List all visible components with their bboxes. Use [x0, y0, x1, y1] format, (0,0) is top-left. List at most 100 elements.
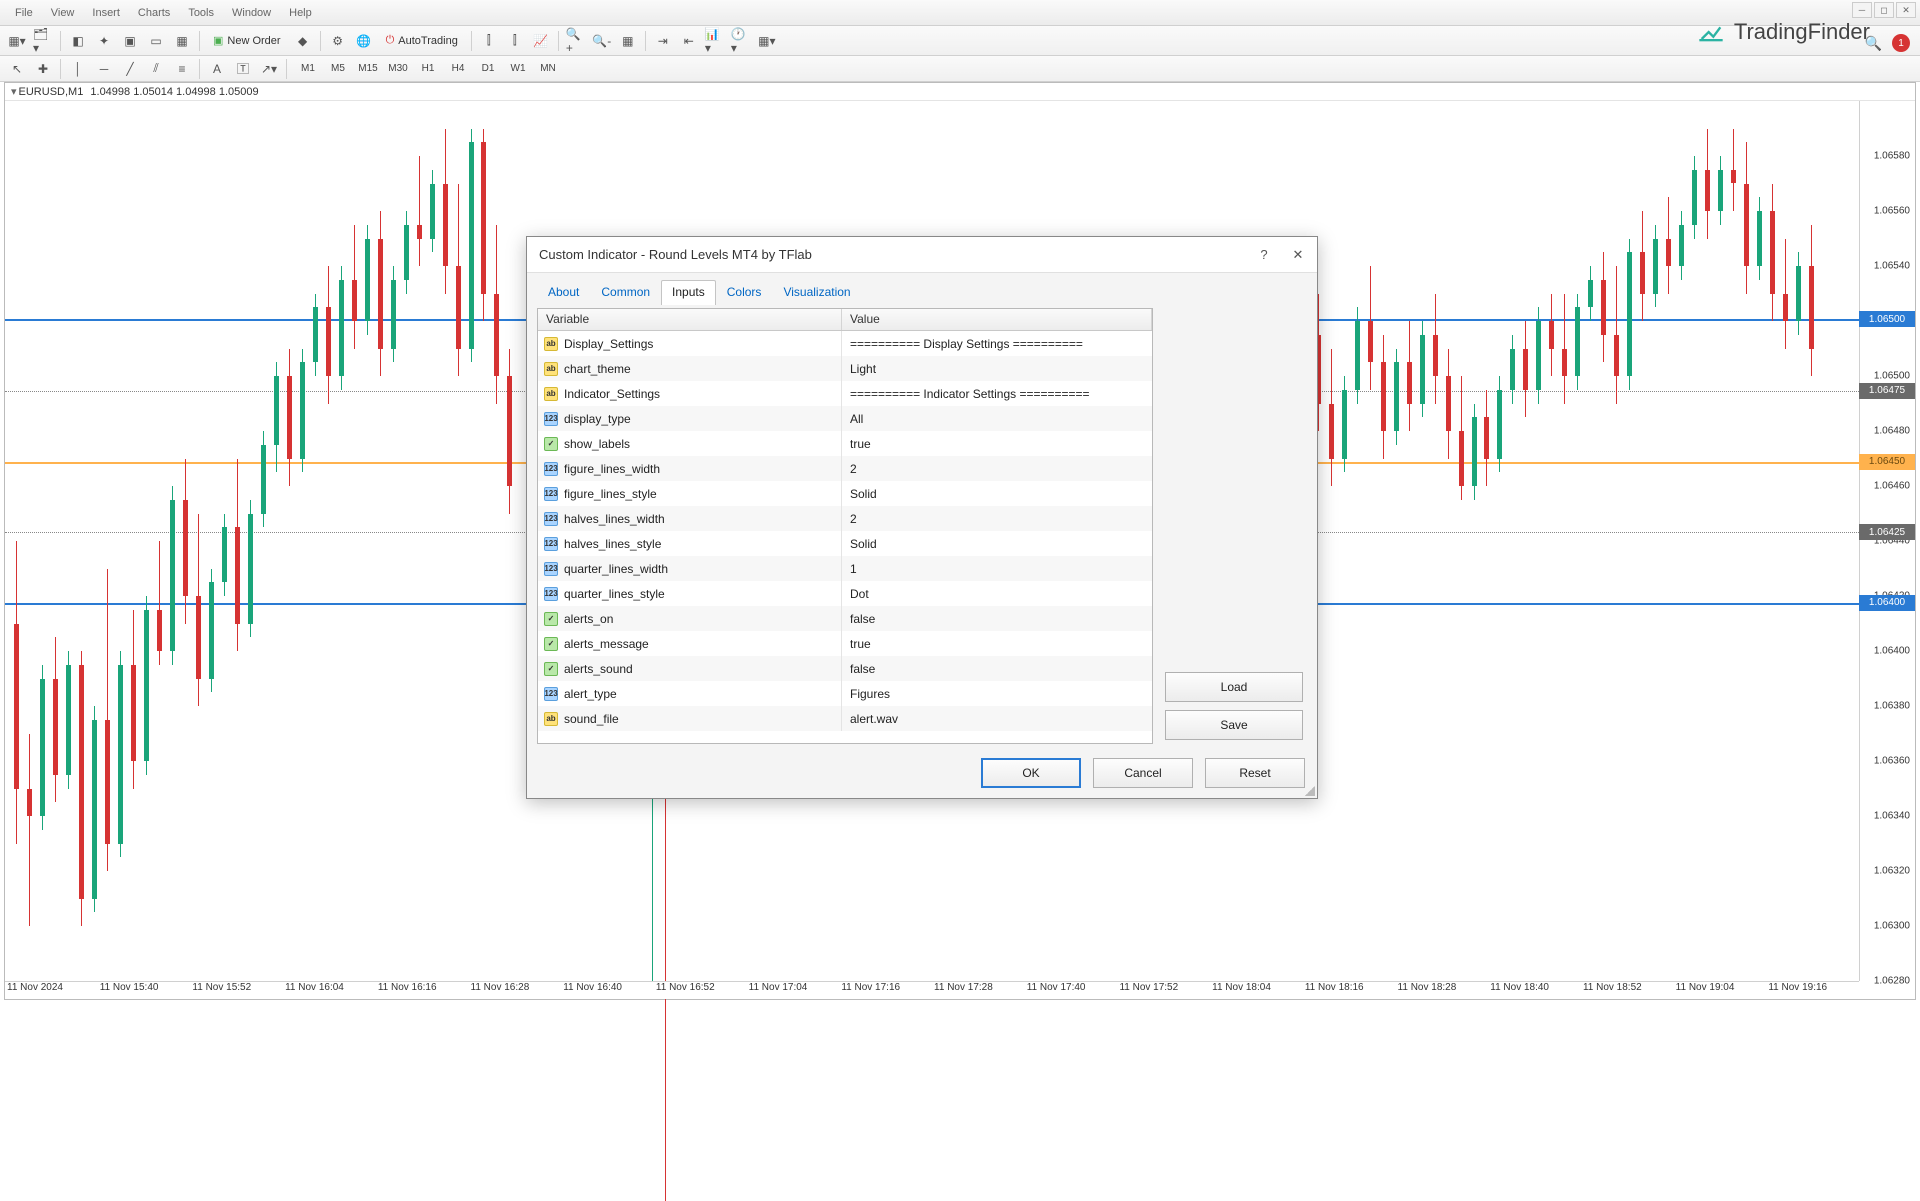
- help-icon[interactable]: ?: [1257, 248, 1271, 262]
- options-icon[interactable]: 🌐: [353, 30, 375, 52]
- timeframe-m15[interactable]: M15: [353, 59, 383, 79]
- input-row[interactable]: ✓alerts_onfalse: [538, 606, 1152, 631]
- profiles-icon[interactable]: 🗂▾: [32, 30, 54, 52]
- text-icon[interactable]: A: [206, 58, 228, 80]
- variable-value[interactable]: Solid: [842, 481, 1152, 506]
- ok-button[interactable]: OK: [981, 758, 1081, 788]
- variable-value[interactable]: 2: [842, 506, 1152, 531]
- input-row[interactable]: ✓alerts_messagetrue: [538, 631, 1152, 656]
- expert-advisors-icon[interactable]: ⚙: [327, 30, 349, 52]
- timeframe-m1[interactable]: M1: [293, 59, 323, 79]
- indicators-icon[interactable]: 📊▾: [704, 30, 726, 52]
- input-row[interactable]: 123quarter_lines_width1: [538, 556, 1152, 581]
- trendline-icon[interactable]: ╱: [119, 58, 141, 80]
- input-row[interactable]: 123halves_lines_styleSolid: [538, 531, 1152, 556]
- arrows-icon[interactable]: ↗▾: [258, 58, 280, 80]
- variable-value[interactable]: Light: [842, 356, 1152, 381]
- input-row[interactable]: 123alert_typeFigures: [538, 681, 1152, 706]
- input-row[interactable]: abIndicator_Settings========== Indicator…: [538, 381, 1152, 406]
- new-order-button[interactable]: ▣New Order: [206, 30, 288, 52]
- timeframe-m5[interactable]: M5: [323, 59, 353, 79]
- autotrading-button[interactable]: ⏻AutoTrading: [379, 30, 465, 52]
- input-row[interactable]: abchart_themeLight: [538, 356, 1152, 381]
- new-chart-icon[interactable]: ▦▾: [6, 30, 28, 52]
- tab-about[interactable]: About: [537, 280, 590, 305]
- variable-value[interactable]: false: [842, 656, 1152, 681]
- cursor-icon[interactable]: ↖: [6, 58, 28, 80]
- timeframe-h4[interactable]: H4: [443, 59, 473, 79]
- candlestick-icon[interactable]: ⫿: [504, 30, 526, 52]
- variable-value[interactable]: true: [842, 431, 1152, 456]
- variable-value[interactable]: 2: [842, 456, 1152, 481]
- timeframe-mn[interactable]: MN: [533, 59, 563, 79]
- crosshair-icon[interactable]: ✚: [32, 58, 54, 80]
- menu-charts[interactable]: Charts: [129, 7, 179, 19]
- variable-value[interactable]: Dot: [842, 581, 1152, 606]
- notification-badge[interactable]: 1: [1892, 34, 1910, 52]
- variable-value[interactable]: true: [842, 631, 1152, 656]
- horizontal-line-icon[interactable]: ─: [93, 58, 115, 80]
- variable-value[interactable]: alert.wav: [842, 706, 1152, 731]
- minimize-button[interactable]: ─: [1852, 2, 1872, 18]
- cancel-button[interactable]: Cancel: [1093, 758, 1193, 788]
- line-chart-icon[interactable]: 📈: [530, 30, 552, 52]
- text-label-icon[interactable]: 🅃: [232, 58, 254, 80]
- input-row[interactable]: 123figure_lines_styleSolid: [538, 481, 1152, 506]
- zoom-out-icon[interactable]: 🔍-: [591, 30, 613, 52]
- menu-file[interactable]: File: [6, 7, 42, 19]
- input-row[interactable]: 123quarter_lines_styleDot: [538, 581, 1152, 606]
- tile-windows-icon[interactable]: ▦: [617, 30, 639, 52]
- timeframe-h1[interactable]: H1: [413, 59, 443, 79]
- fibonacci-icon[interactable]: ≡: [171, 58, 193, 80]
- timeframe-d1[interactable]: D1: [473, 59, 503, 79]
- input-row[interactable]: ✓alerts_soundfalse: [538, 656, 1152, 681]
- variable-value[interactable]: Solid: [842, 531, 1152, 556]
- market-watch-icon[interactable]: ◧: [67, 30, 89, 52]
- maximize-button[interactable]: ◻: [1874, 2, 1894, 18]
- input-row[interactable]: 123display_typeAll: [538, 406, 1152, 431]
- variable-value[interactable]: false: [842, 606, 1152, 631]
- load-button[interactable]: Load: [1165, 672, 1303, 702]
- save-button[interactable]: Save: [1165, 710, 1303, 740]
- dialog-titlebar[interactable]: Custom Indicator - Round Levels MT4 by T…: [527, 237, 1317, 273]
- input-row[interactable]: ✓show_labelstrue: [538, 431, 1152, 456]
- strategy-tester-icon[interactable]: ▦: [171, 30, 193, 52]
- close-icon[interactable]: ✕: [1291, 248, 1305, 262]
- input-row[interactable]: absound_filealert.wav: [538, 706, 1152, 731]
- inputs-grid[interactable]: Variable Value abDisplay_Settings=======…: [537, 308, 1153, 744]
- close-button[interactable]: ✕: [1896, 2, 1916, 18]
- resize-grip[interactable]: [1305, 786, 1315, 796]
- input-row[interactable]: 123figure_lines_width2: [538, 456, 1152, 481]
- tab-common[interactable]: Common: [590, 280, 661, 305]
- meta-editor-icon[interactable]: ◆: [292, 30, 314, 52]
- input-row[interactable]: abDisplay_Settings========== Display Set…: [538, 331, 1152, 356]
- variable-value[interactable]: ========== Display Settings ==========: [842, 331, 1152, 356]
- menu-tools[interactable]: Tools: [179, 7, 223, 19]
- navigator-icon[interactable]: ✦: [93, 30, 115, 52]
- input-row[interactable]: 123halves_lines_width2: [538, 506, 1152, 531]
- variable-value[interactable]: ========== Indicator Settings ==========: [842, 381, 1152, 406]
- zoom-in-icon[interactable]: 🔍+: [565, 30, 587, 52]
- menu-view[interactable]: View: [42, 7, 84, 19]
- terminal-icon[interactable]: ▭: [145, 30, 167, 52]
- auto-scroll-icon[interactable]: ⇥: [652, 30, 674, 52]
- variable-value[interactable]: All: [842, 406, 1152, 431]
- tab-inputs[interactable]: Inputs: [661, 280, 716, 305]
- column-variable[interactable]: Variable: [538, 309, 842, 330]
- variable-value[interactable]: Figures: [842, 681, 1152, 706]
- collapse-icon[interactable]: ▾: [11, 85, 17, 98]
- variable-value[interactable]: 1: [842, 556, 1152, 581]
- chart-shift-icon[interactable]: ⇤: [678, 30, 700, 52]
- column-value[interactable]: Value: [842, 309, 1152, 330]
- bar-chart-icon[interactable]: ⫿: [478, 30, 500, 52]
- templates-icon[interactable]: ▦▾: [756, 30, 778, 52]
- periodicity-icon[interactable]: 🕐▾: [730, 30, 752, 52]
- tab-visualization[interactable]: Visualization: [772, 280, 861, 305]
- data-window-icon[interactable]: ▣: [119, 30, 141, 52]
- timeframe-w1[interactable]: W1: [503, 59, 533, 79]
- equidistant-channel-icon[interactable]: ⫽: [145, 58, 167, 80]
- menu-help[interactable]: Help: [280, 7, 321, 19]
- menu-insert[interactable]: Insert: [83, 7, 129, 19]
- timeframe-m30[interactable]: M30: [383, 59, 413, 79]
- reset-button[interactable]: Reset: [1205, 758, 1305, 788]
